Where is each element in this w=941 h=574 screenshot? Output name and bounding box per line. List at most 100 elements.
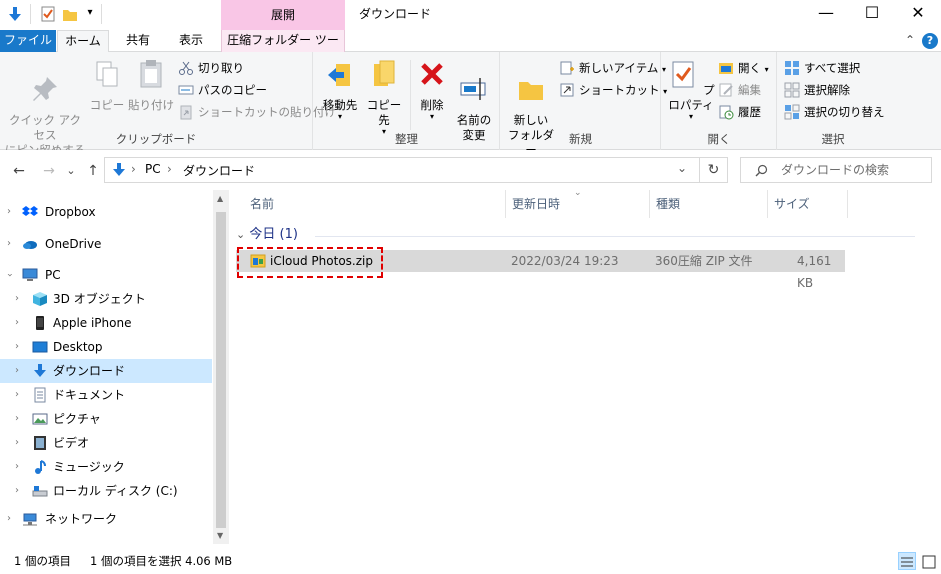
column-header-size[interactable]: サイズ xyxy=(768,190,848,218)
help-icon[interactable]: ? xyxy=(922,33,938,49)
shortcut-button[interactable]: ショートカット ▾ xyxy=(559,79,667,101)
group-header-today[interactable]: ⌄ 今日 (1) xyxy=(236,226,298,244)
scroll-down-icon[interactable]: ▼ xyxy=(217,531,223,540)
copy-to-button[interactable]: コピー先 ▾ xyxy=(362,58,406,136)
copy-icon xyxy=(96,61,118,87)
nav-item-downloads[interactable]: › ダウンロード xyxy=(0,359,212,383)
cut-button[interactable]: 切り取り xyxy=(178,57,244,79)
expand-chevron-icon[interactable]: › xyxy=(12,335,22,359)
large-icons-view-button[interactable] xyxy=(920,552,938,570)
download-icon[interactable] xyxy=(6,5,24,23)
nav-item-pictures[interactable]: › ピクチャ xyxy=(0,407,212,431)
delete-button[interactable]: 削除 ▾ xyxy=(414,58,450,121)
nav-item-network[interactable]: › ネットワーク xyxy=(0,507,212,531)
nav-label: ローカル ディスク (C:) xyxy=(53,484,178,498)
column-header-modified[interactable]: 更新日時 xyxy=(506,190,650,218)
up-button[interactable]: ↑ xyxy=(84,162,102,180)
nav-item-documents[interactable]: › ドキュメント xyxy=(0,383,212,407)
close-button[interactable]: ✕ xyxy=(895,0,941,30)
group-collapse-icon[interactable]: ⌄ xyxy=(236,228,245,241)
expand-chevron-icon[interactable]: › xyxy=(4,507,14,531)
forward-button[interactable]: → xyxy=(40,162,58,180)
ribbon-expand-icon[interactable]: ⌃ xyxy=(902,30,918,52)
expand-chevron-icon[interactable]: › xyxy=(12,431,22,455)
computer-icon xyxy=(22,268,38,281)
select-group-label: 選択 xyxy=(821,132,845,146)
move-to-button[interactable]: 移動先 ▾ xyxy=(318,58,362,121)
collapse-chevron-icon[interactable]: › xyxy=(0,270,21,280)
nav-scrollbar[interactable]: ▲ ▼ xyxy=(213,190,229,544)
move-to-label: 移動先 xyxy=(322,98,358,112)
select-all-icon xyxy=(785,61,799,75)
expand-chevron-icon[interactable]: › xyxy=(4,232,14,256)
pin-icon xyxy=(33,77,57,101)
nav-item-pc[interactable]: › PC xyxy=(0,263,212,287)
new-folder-icon xyxy=(519,82,543,100)
copy-button[interactable]: コピー xyxy=(88,58,126,113)
qa-divider xyxy=(101,4,102,24)
nav-item-dropbox[interactable]: › Dropbox xyxy=(0,200,212,224)
disk-icon xyxy=(32,486,48,497)
open-button[interactable]: 開く ▾ xyxy=(718,57,769,79)
tab-home[interactable]: ホーム xyxy=(57,30,109,53)
minimize-button[interactable]: — xyxy=(803,0,849,30)
expand-chevron-icon[interactable]: › xyxy=(12,311,22,335)
tab-file[interactable]: ファイル xyxy=(0,30,56,52)
column-header-type[interactable]: 種類 xyxy=(650,190,768,218)
paste-shortcut-button[interactable]: ショートカットの貼り付け xyxy=(178,101,336,123)
tab-compressed-folder-tools[interactable]: 圧縮フォルダー ツール xyxy=(221,30,345,68)
copy-path-button[interactable]: パスのコピー xyxy=(178,79,267,101)
expand-chevron-icon[interactable]: › xyxy=(12,455,22,479)
nav-item-local-disk[interactable]: › ローカル ディスク (C:) xyxy=(0,479,212,503)
expand-chevron-icon[interactable]: › xyxy=(12,359,22,383)
select-all-label: すべて選択 xyxy=(804,61,861,75)
address-bar[interactable]: › PC › ダウンロード ⌄ xyxy=(104,157,700,183)
tab-share[interactable]: 共有 xyxy=(112,30,164,52)
nav-item-apple-iphone[interactable]: › Apple iPhone xyxy=(0,311,212,335)
status-bar: 1 個の項目 1 個の項目を選択 4.06 MB xyxy=(0,548,941,574)
new-folder-icon[interactable] xyxy=(61,5,79,23)
nav-item-music[interactable]: › ミュージック xyxy=(0,455,212,479)
nav-item-desktop[interactable]: › Desktop xyxy=(0,335,212,359)
breadcrumb-pc[interactable]: PC xyxy=(145,162,161,176)
nav-label: OneDrive xyxy=(45,237,102,251)
scroll-up-icon[interactable]: ▲ xyxy=(217,194,223,203)
address-dropdown-icon[interactable]: ⌄ xyxy=(677,161,687,175)
expand-chevron-icon[interactable]: › xyxy=(12,479,22,503)
breadcrumb-separator: › xyxy=(167,162,172,176)
maximize-button[interactable]: ☐ xyxy=(849,0,895,30)
select-all-button[interactable]: すべて選択 xyxy=(784,57,860,79)
paste-button[interactable]: 貼り付け xyxy=(128,58,174,113)
open-group: プロパティ ▾ 開く ▾ 編集 履歴 開く xyxy=(662,52,777,150)
nav-item-onedrive[interactable]: › OneDrive xyxy=(0,232,212,256)
expand-chevron-icon[interactable]: › xyxy=(4,200,14,224)
breadcrumb-downloads[interactable]: ダウンロード xyxy=(183,162,255,179)
expand-chevron-icon[interactable]: › xyxy=(12,407,22,431)
column-header-name[interactable]: 名前 xyxy=(244,190,506,218)
nav-item-3d-objects[interactable]: › 3D オブジェクト xyxy=(0,287,212,311)
edit-button[interactable]: 編集 xyxy=(718,79,761,101)
nav-item-videos[interactable]: › ビデオ xyxy=(0,431,212,455)
expand-chevron-icon[interactable]: › xyxy=(12,287,22,311)
tab-view[interactable]: 表示 xyxy=(166,30,216,52)
recent-locations-button[interactable]: ⌄ xyxy=(62,162,80,180)
invert-selection-button[interactable]: 選択の切り替え xyxy=(784,101,885,123)
back-button[interactable]: ← xyxy=(10,162,28,180)
customize-toolbar-icon[interactable]: ▾ xyxy=(84,6,96,20)
refresh-button[interactable]: ↻ xyxy=(700,157,728,183)
new-item-button[interactable]: 新しいアイテム ▾ xyxy=(559,57,666,79)
properties-icon[interactable] xyxy=(39,5,57,23)
history-button[interactable]: 履歴 xyxy=(718,101,761,123)
properties-button[interactable]: プロパティ ▾ xyxy=(666,58,716,121)
cloud-icon xyxy=(23,241,37,249)
expand-chevron-icon[interactable]: › xyxy=(12,383,22,407)
search-input[interactable]: ダウンロードの検索 xyxy=(740,157,932,183)
download-icon xyxy=(34,364,46,377)
select-none-label: 選択解除 xyxy=(804,83,850,97)
delete-icon xyxy=(421,63,443,85)
group-divider xyxy=(315,236,915,237)
select-none-button[interactable]: 選択解除 xyxy=(784,79,850,101)
new-group-label: 新規 xyxy=(569,132,592,146)
details-view-button[interactable] xyxy=(898,552,916,570)
scrollbar-thumb[interactable] xyxy=(216,212,226,528)
